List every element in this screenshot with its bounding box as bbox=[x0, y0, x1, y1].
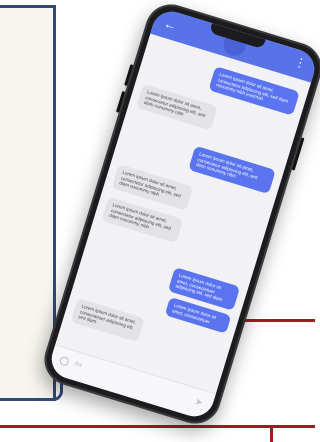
volume-up-button bbox=[124, 64, 134, 87]
accent-line-bottom bbox=[0, 425, 315, 428]
message-input[interactable]: Aa bbox=[74, 361, 83, 369]
power-button bbox=[291, 137, 305, 171]
more-options-icon[interactable]: ⋮ bbox=[293, 54, 309, 71]
message-received: Lorem ipsum dolor sit amet, consectetuer… bbox=[70, 297, 145, 343]
phone-device: ← ⋮ Lorem ipsum dolor sit amet, consecte… bbox=[38, 0, 320, 430]
message-sent: Lorem ipsum dolor sit amet, consectetur … bbox=[188, 145, 276, 194]
emoji-icon[interactable] bbox=[58, 355, 70, 367]
phone-screen: ← ⋮ Lorem ipsum dolor sit amet, consecte… bbox=[46, 6, 320, 422]
back-arrow-icon[interactable]: ← bbox=[162, 15, 179, 33]
volume-down-button bbox=[115, 90, 126, 113]
accent-line-right bbox=[238, 319, 315, 322]
message-received: Lorem ipsum dolor sit amet, consectetur … bbox=[136, 83, 218, 131]
accent-line-vertical bbox=[270, 428, 273, 442]
message-list: Lorem ipsum dolor sit amet, consectetur … bbox=[56, 39, 310, 392]
send-icon[interactable]: ➤ bbox=[194, 396, 204, 409]
